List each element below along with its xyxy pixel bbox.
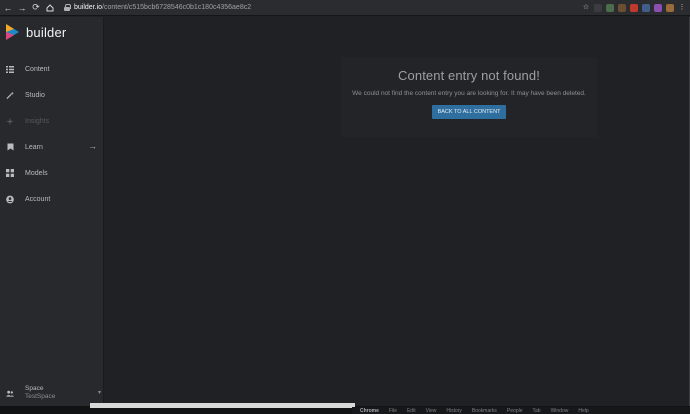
reload-icon[interactable]: ⟳ (30, 2, 42, 14)
sidebar-item-studio[interactable]: Studio (0, 82, 103, 108)
extension-icon[interactable] (630, 3, 638, 12)
sidebar-item-label: Account (25, 195, 51, 203)
menu-item-window[interactable]: Window (551, 408, 569, 414)
sidebar-item-label: Studio (25, 91, 45, 99)
menu-item-bookmarks[interactable]: Bookmarks (472, 408, 497, 414)
space-label: Space (25, 385, 44, 392)
forward-arrow-icon[interactable]: → (16, 2, 28, 14)
menu-item-view[interactable]: View (426, 408, 437, 414)
people-icon (6, 389, 14, 397)
main-content: Content entry not found! We could not fi… (105, 17, 690, 406)
address-bar[interactable]: builder.io/content/c515bcb6728546c0b1c18… (60, 2, 582, 14)
menu-item-history[interactable]: History (446, 408, 462, 414)
sidebar-item-content[interactable]: Content (0, 56, 103, 82)
url-path: /content/c515bcb6728546c0b1c180c4356ae8c… (102, 4, 252, 11)
page-title: Content entry not found! (398, 68, 540, 83)
grid-icon (6, 169, 14, 177)
mac-menu-bar: Chrome File Edit View History Bookmarks … (352, 407, 690, 414)
logo[interactable]: builder (0, 17, 103, 47)
bookmark-icon (6, 143, 14, 151)
account-circle-icon (6, 195, 14, 203)
extension-icon[interactable] (666, 3, 674, 12)
window-edge (90, 403, 355, 408)
extension-icon[interactable] (642, 3, 650, 12)
logo-text: builder (26, 24, 67, 40)
sidebar-item-account[interactable]: Account (0, 186, 103, 212)
extension-icon[interactable] (654, 3, 662, 12)
menu-item-tab[interactable]: Tab (533, 408, 541, 414)
extension-icon[interactable] (606, 3, 614, 12)
sidebar-item-label: Content (25, 65, 50, 73)
extension-icon[interactable] (618, 3, 626, 12)
builder-logo-icon (5, 23, 20, 41)
back-arrow-icon[interactable]: ← (2, 2, 14, 14)
menu-item-people[interactable]: People (507, 408, 523, 414)
sidebar-item-label: Learn (25, 143, 43, 151)
list-icon (6, 65, 14, 73)
arrow-right-icon[interactable]: → (88, 142, 97, 151)
extension-area: ☆ ⋮ (582, 3, 686, 12)
space-switcher[interactable]: Space TestSpace ▾ (0, 380, 104, 406)
menu-item-edit[interactable]: Edit (407, 408, 416, 414)
sidebar-item-label: Insights (25, 117, 50, 125)
error-message: We could not find the content entry you … (352, 90, 586, 97)
menu-dots-icon[interactable]: ⋮ (678, 4, 686, 12)
menu-item-chrome[interactable]: Chrome (360, 408, 379, 414)
url-host: builder.io (74, 4, 103, 11)
browser-toolbar: ← → ⟳ builder.io/content/c515bcb6728546c… (0, 0, 690, 16)
sparkle-icon (6, 117, 14, 125)
menu-item-help[interactable]: Help (578, 408, 588, 414)
home-icon[interactable] (44, 2, 56, 14)
menu-item-file[interactable]: File (389, 408, 397, 414)
sidebar-item-insights[interactable]: Insights (0, 108, 103, 134)
space-name: TestSpace (25, 393, 56, 400)
not-found-card: Content entry not found! We could not fi… (341, 57, 597, 137)
sidebar-item-label: Models (25, 169, 48, 177)
sidebar: builder Content Studio Insights Learn → … (0, 17, 104, 406)
lock-icon (64, 4, 71, 11)
extension-icon[interactable] (594, 3, 602, 12)
back-to-all-content-button[interactable]: BACK TO ALL CONTENT (431, 105, 507, 119)
star-icon[interactable]: ☆ (582, 4, 590, 12)
sidebar-item-models[interactable]: Models (0, 160, 103, 186)
magic-wand-icon (6, 91, 14, 99)
sidebar-item-learn[interactable]: Learn → (0, 134, 103, 160)
chevron-down-icon: ▾ (97, 390, 101, 396)
